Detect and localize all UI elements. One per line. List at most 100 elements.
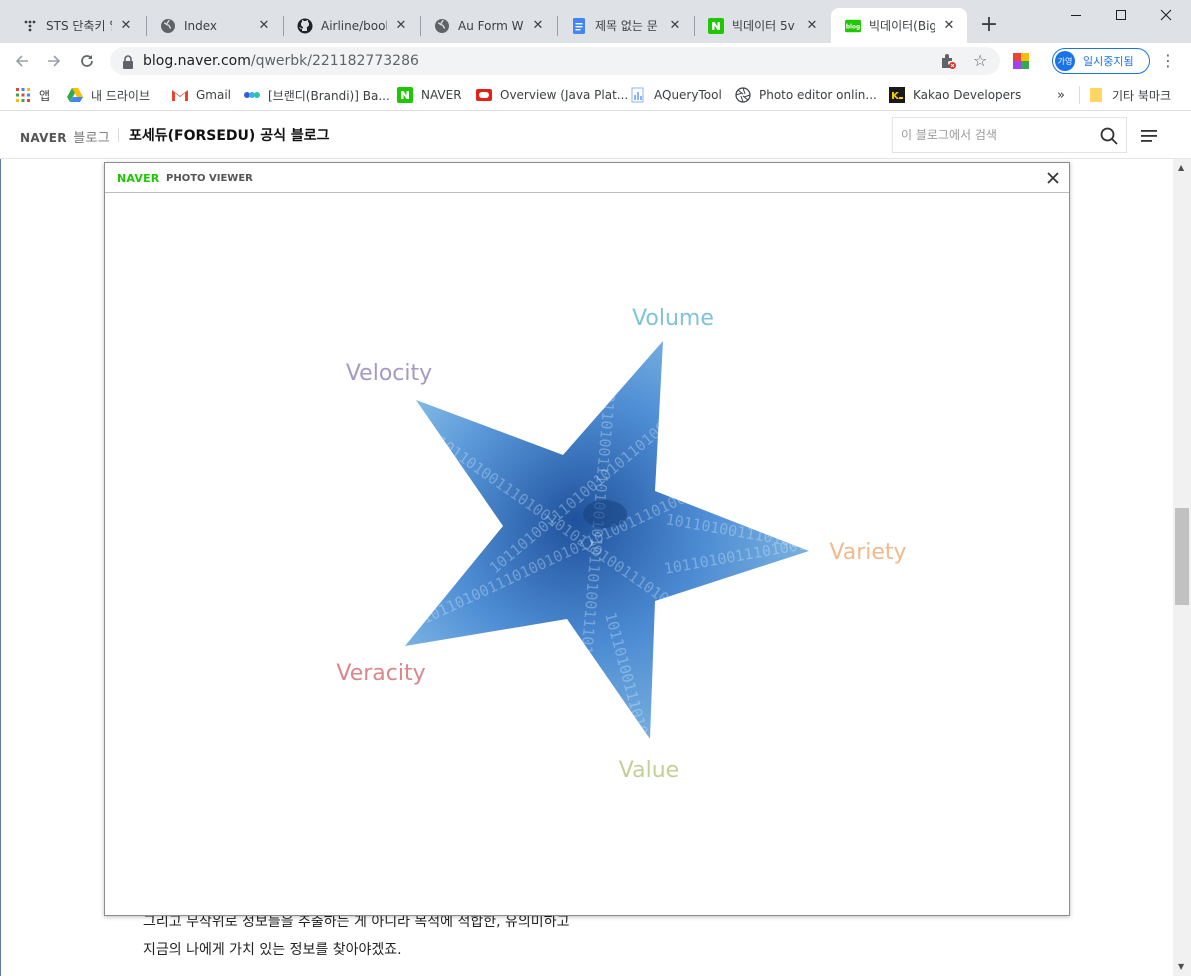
more-menu-icon[interactable]: ⋮ xyxy=(1160,51,1176,71)
maximize-button[interactable] xyxy=(1099,4,1143,26)
svg-text:K: K xyxy=(891,91,900,102)
bookmark-other-folder[interactable]: 기타 북마크 xyxy=(1088,85,1171,105)
close-icon[interactable]: ✕ xyxy=(118,18,134,34)
tab-title: 제목 없는 문 xyxy=(595,19,658,33)
header-divider xyxy=(118,128,119,142)
extension-blocked-icon[interactable] xyxy=(940,53,956,73)
close-icon[interactable]: ✕ xyxy=(667,18,683,34)
blog-title[interactable]: 포세듀(FORSEDU) 공식 블로그 xyxy=(129,125,329,145)
docs-icon xyxy=(571,17,587,34)
globe-icon xyxy=(434,18,450,34)
blog-search-box xyxy=(892,117,1127,153)
naver-logo-text: NAVER xyxy=(20,131,67,145)
big-data-5v-illustration: 1011010011101001010110100111010010 10110… xyxy=(336,306,906,783)
tab-au-form[interactable]: Au Form Wiz ✕ xyxy=(420,8,556,43)
naver-n-icon xyxy=(708,17,724,34)
bookmark-brandi[interactable]: [브랜디(Brandi)] Ba... xyxy=(244,85,390,105)
naver-n-icon xyxy=(397,87,413,103)
folder-icon xyxy=(1088,87,1104,103)
profile-button[interactable]: 가영 일시중지됨 xyxy=(1052,48,1150,74)
naver-blog-logo[interactable]: NAVER 블로그 xyxy=(20,127,110,146)
tab-strip: STS 단축키 일 ✕ Index ✕ Airline/booki ✕ Au F… xyxy=(0,0,1191,43)
tab-sts[interactable]: STS 단축키 일 ✕ xyxy=(8,8,144,43)
binary-pattern: 1011010011101001010110100111010010 10110… xyxy=(405,341,809,739)
tab-index[interactable]: Index ✕ xyxy=(146,8,282,43)
velocity-label: Velocity xyxy=(346,361,432,386)
bookmark-photo-editor[interactable]: Photo editor onlin... xyxy=(735,85,877,105)
close-icon[interactable]: ✕ xyxy=(393,18,409,34)
new-tab-button[interactable]: + xyxy=(976,13,1002,39)
bookmark-drive[interactable]: 내 드라이브 xyxy=(67,85,150,105)
close-window-button[interactable] xyxy=(1144,4,1188,26)
tab-title: 빅데이터 5v xyxy=(732,19,795,33)
bookmark-label: 앱 xyxy=(39,88,51,103)
bookmarks-overflow-button[interactable]: » xyxy=(1057,85,1065,105)
gmail-icon xyxy=(172,87,188,103)
tab-title: Airline/booki xyxy=(321,18,387,33)
scroll-down-arrow-icon[interactable]: ▼ xyxy=(1178,962,1184,971)
forward-button[interactable] xyxy=(41,48,67,74)
photo-viewer: NAVER PHOTO VIEWER 101101001110100101011… xyxy=(104,162,1070,916)
close-icon[interactable]: ✕ xyxy=(530,18,546,34)
globe-icon xyxy=(160,18,176,34)
bookmark-label: NAVER xyxy=(421,88,462,102)
doc-icon xyxy=(630,87,646,103)
bookmark-label: Gmail xyxy=(196,88,232,102)
close-icon[interactable] xyxy=(1046,170,1060,184)
back-button[interactable] xyxy=(9,48,35,74)
bookmark-star-icon[interactable]: ☆ xyxy=(973,51,987,70)
star-center-shadow xyxy=(583,500,627,528)
photo-viewer-header: NAVER PHOTO VIEWER xyxy=(105,163,1069,193)
url-text: blog.naver.com/qwerbk/221182773286 xyxy=(143,53,419,69)
aperture-icon xyxy=(735,87,751,103)
reload-button[interactable] xyxy=(74,48,100,74)
github-icon xyxy=(297,18,313,34)
drive-icon xyxy=(67,87,83,103)
color-extension-icon[interactable] xyxy=(1013,53,1029,69)
variety-label: Variety xyxy=(829,540,906,565)
bookmark-label: Kakao Developers xyxy=(913,88,1022,102)
blog-search-input[interactable] xyxy=(901,126,1091,144)
oracle-icon xyxy=(476,87,492,103)
tab-title: STS 단축키 일 xyxy=(46,19,112,33)
bookmark-label: 기타 북마크 xyxy=(1112,88,1172,103)
kakao-icon: K xyxy=(889,87,905,103)
svg-text:blog: blog xyxy=(846,24,860,30)
avatar: 가영 xyxy=(1055,51,1075,71)
close-icon[interactable]: ✕ xyxy=(804,18,820,34)
minimize-button[interactable] xyxy=(1054,4,1098,26)
tab-bigdata-5v[interactable]: 빅데이터 5v ✕ xyxy=(694,8,830,43)
lock-icon[interactable] xyxy=(122,54,134,73)
tab-bigdata-blog[interactable]: blog 빅데이터(Big ✕ xyxy=(831,8,967,43)
apps-grid-icon xyxy=(15,87,31,103)
url-host: blog.naver.com xyxy=(143,53,251,69)
close-icon[interactable]: ✕ xyxy=(941,18,957,34)
photo-viewer-brand: NAVER xyxy=(117,172,160,185)
bookmark-naver[interactable]: NAVER xyxy=(397,85,462,105)
blog-header: NAVER 블로그 포세듀(FORSEDU) 공식 블로그 xyxy=(0,111,1191,159)
photo-image: 1011010011101001010110100111010010 10110… xyxy=(105,194,1069,915)
bookmark-label: Overview (Java Plat... xyxy=(500,88,629,102)
scroll-up-arrow-icon[interactable]: ▲ xyxy=(1178,163,1184,172)
profile-status-label: 일시중지됨 xyxy=(1083,55,1134,68)
bookmark-java-overview[interactable]: Overview (Java Plat... xyxy=(476,85,628,105)
bookmark-gmail[interactable]: Gmail xyxy=(172,85,231,105)
tab-title: 빅데이터(Big xyxy=(869,19,935,33)
bookmark-aquerytool[interactable]: AQueryTool xyxy=(630,85,722,105)
tab-untitled-doc[interactable]: 제목 없는 문 ✕ xyxy=(557,8,693,43)
bookmark-kakao-developers[interactable]: K Kakao Developers xyxy=(889,85,1021,105)
value-label: Value xyxy=(619,758,679,783)
blog-icon: blog xyxy=(845,18,861,34)
blog-logo-suffix: 블로그 xyxy=(73,131,111,146)
post-text-line: 지금의 나에게 가치 있는 정보를 찾아야겠죠. xyxy=(143,942,402,958)
bookmark-apps[interactable]: 앱 xyxy=(15,85,50,105)
scrollbar-thumb[interactable] xyxy=(1175,508,1189,605)
menu-icon[interactable] xyxy=(1141,128,1157,147)
tab-airline[interactable]: Airline/booki ✕ xyxy=(283,8,419,43)
search-icon[interactable] xyxy=(1100,127,1118,149)
address-bar[interactable]: blog.naver.com/qwerbk/221182773286 ☆ xyxy=(110,47,1000,75)
photo-viewer-title: PHOTO VIEWER xyxy=(166,173,253,184)
close-icon[interactable]: ✕ xyxy=(256,18,272,34)
url-path: /qwerbk/221182773286 xyxy=(250,53,419,69)
bookmarks-bar: 앱 내 드라이브 Gmail [브랜디(Brandi)] Ba... NAVER… xyxy=(0,79,1191,111)
